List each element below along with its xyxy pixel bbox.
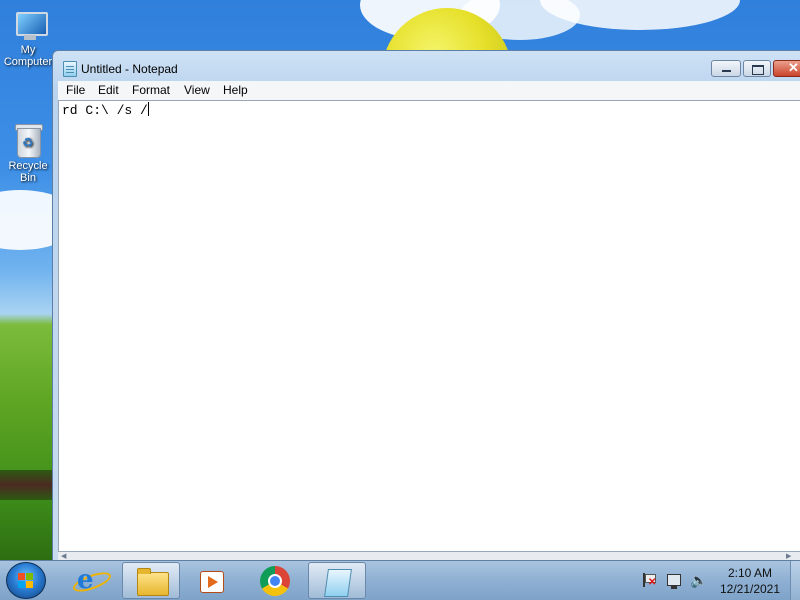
title-bar[interactable]: Untitled - Notepad ✕ [53, 51, 800, 81]
show-desktop-button[interactable] [790, 561, 800, 600]
editor-text-line: rd C:\ /s / [62, 102, 149, 118]
menu-file[interactable]: File [66, 83, 85, 97]
system-clock[interactable]: 2:10 AM 12/21/2021 [714, 565, 786, 597]
desktop-icon-label: My Computer [3, 44, 53, 68]
notepad-window: Untitled - Notepad ✕ File Edit Format Vi… [52, 50, 800, 562]
taskbar-app-chrome[interactable] [246, 562, 304, 599]
taskbar-app-notepad[interactable] [308, 562, 366, 599]
menu-view[interactable]: View [184, 83, 210, 97]
text-caret [147, 102, 149, 116]
notepad-icon[interactable] [63, 61, 77, 77]
network-icon[interactable] [667, 574, 681, 589]
maximize-button[interactable] [743, 60, 771, 77]
start-button[interactable] [6, 562, 46, 599]
taskbar-app-internet-explorer[interactable]: e [62, 562, 120, 599]
maximize-icon [752, 65, 764, 75]
desktop-icon-my-computer[interactable]: My Computer [0, 12, 56, 68]
minimize-button[interactable] [711, 60, 741, 77]
menu-edit[interactable]: Edit [98, 83, 119, 97]
menu-bar: File Edit Format View Help [58, 81, 800, 100]
menu-format[interactable]: Format [132, 83, 170, 97]
scroll-right-icon[interactable]: ▶ [786, 552, 791, 560]
scroll-left-icon[interactable]: ◀ [61, 552, 66, 560]
minimize-icon [722, 70, 731, 72]
close-button[interactable]: ✕ [773, 60, 800, 77]
chrome-icon [260, 566, 290, 596]
windows-start-icon [18, 573, 34, 589]
menu-help[interactable]: Help [223, 83, 248, 97]
volume-icon[interactable]: 🔈 [690, 572, 707, 589]
desktop-icon-recycle-bin[interactable]: ♻ Recycle Bin [0, 122, 56, 184]
computer-icon [10, 12, 48, 42]
action-center-flag-icon[interactable]: ✕ [642, 573, 656, 588]
close-icon: ✕ [788, 60, 799, 75]
window-title: Untitled - Notepad [81, 62, 178, 76]
folder-icon [137, 568, 169, 596]
taskbar-app-windows-explorer[interactable] [122, 562, 180, 599]
internet-explorer-icon: e [77, 565, 94, 595]
text-editor-area[interactable]: rd C:\ /s / [58, 100, 800, 552]
taskbar: e ✕ 🔈 2:10 AM 12/21/2021 [0, 560, 800, 600]
editor-content: rd C:\ /s / [62, 103, 148, 118]
desktop-icon-label: Recycle Bin [8, 160, 48, 184]
clock-time: 2:10 AM [727, 566, 773, 580]
taskbar-app-media-player[interactable] [182, 562, 240, 599]
notepad-icon [324, 569, 352, 597]
clock-date: 12/21/2021 [719, 582, 781, 596]
media-player-icon [200, 571, 224, 593]
recycle-bin-icon: ♻ [14, 122, 43, 158]
